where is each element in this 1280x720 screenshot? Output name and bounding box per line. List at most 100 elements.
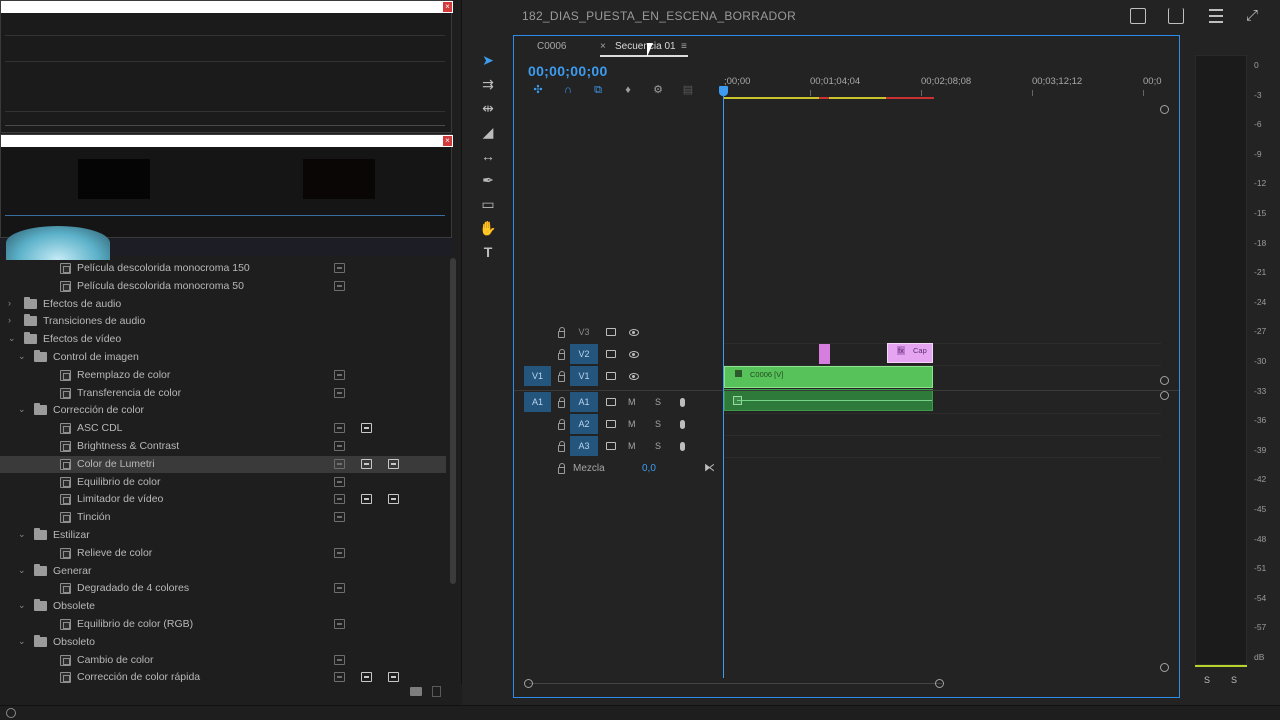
effects-folder[interactable]: ⌄ Estilizar	[0, 527, 446, 544]
effect-item[interactable]: Cambio de color	[0, 652, 446, 669]
chevron-down-icon[interactable]: ⌄	[18, 351, 26, 362]
effects-folder[interactable]: ⌄ Obsolete	[0, 598, 446, 615]
chevron-down-icon[interactable]: ⌄	[18, 529, 26, 540]
workspaces-menu-icon[interactable]	[1209, 9, 1223, 23]
sync-lock-icon[interactable]	[606, 372, 616, 380]
sync-lock-icon[interactable]	[606, 350, 616, 358]
playhead-handle[interactable]	[719, 86, 728, 96]
tab-menu-icon[interactable]: ≡	[681, 41, 687, 52]
effects-folder[interactable]: ⌄ Corrección de color	[0, 402, 446, 419]
sync-lock-icon[interactable]	[606, 398, 616, 406]
video-audio-divider[interactable]	[514, 390, 1179, 391]
chevron-down-icon[interactable]: ⌄	[8, 333, 16, 344]
chevron-down-icon[interactable]: ⌄	[18, 600, 26, 611]
track-target-a2[interactable]: A2	[570, 414, 598, 434]
sync-lock-icon[interactable]	[606, 442, 616, 450]
effect-item[interactable]: Relieve de color	[0, 545, 446, 562]
ripple-edit-tool-icon[interactable]: ⇹	[477, 98, 499, 118]
solo-right-button[interactable]: S	[1231, 675, 1237, 685]
linked-selection-icon[interactable]: ⧉	[591, 84, 605, 96]
audio-clip[interactable]	[724, 389, 933, 411]
lock-icon[interactable]	[558, 463, 565, 474]
track-select-tool-icon[interactable]: ⇉	[477, 74, 499, 94]
track-target-v2[interactable]: V2	[570, 344, 598, 364]
hand-tool-icon[interactable]: ✋	[477, 218, 499, 238]
close-icon[interactable]: ×	[443, 2, 452, 12]
effect-item[interactable]: Brightness & Contrast	[0, 438, 446, 455]
sync-lock-icon[interactable]	[606, 328, 616, 336]
tab-close-icon[interactable]: ×	[600, 41, 606, 52]
lock-icon[interactable]	[558, 419, 565, 430]
lock-icon[interactable]	[558, 327, 565, 338]
close-icon[interactable]: ×	[443, 136, 452, 146]
audio-zoom-handle-bottom[interactable]	[1160, 663, 1169, 672]
render-status-icon[interactable]	[6, 708, 16, 718]
horizontal-scrollbar[interactable]	[529, 683, 942, 684]
pen-tool-icon[interactable]: ✒	[477, 170, 499, 190]
effect-item[interactable]: Color de Lumetri	[0, 455, 446, 473]
effect-item[interactable]: Limitador de vídeo	[0, 491, 446, 508]
mix-volume-value[interactable]: 0,0	[642, 463, 656, 474]
horizontal-zoom-handle-right[interactable]	[935, 679, 944, 688]
chevron-right-icon[interactable]: ›	[8, 298, 11, 308]
captions-icon[interactable]: ▤	[681, 84, 695, 96]
voiceover-mic-icon[interactable]	[680, 442, 685, 451]
voiceover-mic-icon[interactable]	[680, 398, 685, 407]
eye-icon[interactable]	[629, 373, 639, 380]
effects-scrollbar[interactable]	[450, 258, 456, 584]
playhead[interactable]	[723, 88, 724, 678]
track-target-v1[interactable]: V1	[570, 366, 598, 386]
selection-tool-icon[interactable]: ➤	[477, 50, 499, 70]
effect-item[interactable]: Equilibrio de color	[0, 474, 446, 491]
video-clip[interactable]: C0006 [V]	[724, 366, 933, 388]
effects-folder[interactable]: ⌄ Obsoleto	[0, 634, 446, 651]
effects-folder[interactable]: › Efectos de audio	[0, 296, 446, 313]
insert-sequence-as-nest-icon[interactable]: ✣	[531, 84, 545, 96]
audio-zoom-handle-top[interactable]	[1160, 391, 1169, 400]
solo-button[interactable]: S	[655, 397, 661, 407]
eye-icon[interactable]	[629, 351, 639, 358]
trash-icon[interactable]	[432, 686, 441, 697]
mute-button[interactable]: M	[628, 419, 636, 429]
share-icon[interactable]	[1168, 8, 1184, 24]
graphic-clip[interactable]	[819, 344, 830, 364]
go-to-end-icon[interactable]: ⧔	[704, 461, 715, 474]
source-patch-v1[interactable]: V1	[524, 366, 551, 386]
snap-icon[interactable]: ∩	[561, 84, 575, 96]
lock-icon[interactable]	[558, 371, 565, 382]
effect-item[interactable]: Tinción	[0, 509, 446, 526]
effects-folder[interactable]: ⌄ Efectos de vídeo	[0, 331, 446, 348]
track-target-a3[interactable]: A3	[570, 436, 598, 456]
effect-item[interactable]: Película descolorida monocroma 150	[0, 260, 446, 277]
track-target-a1[interactable]: A1	[570, 392, 598, 412]
solo-button[interactable]: S	[655, 419, 661, 429]
effect-item[interactable]: Degradado de 4 colores	[0, 580, 446, 597]
effects-folder[interactable]: ⌄ Generar	[0, 563, 446, 580]
playhead-timecode[interactable]: 00;00;00;00	[528, 63, 608, 79]
effect-item[interactable]: ASC CDL	[0, 420, 446, 437]
voiceover-mic-icon[interactable]	[680, 420, 685, 429]
mute-button[interactable]: M	[628, 397, 636, 407]
effect-item[interactable]: Equilibrio de color (RGB)	[0, 616, 446, 633]
chevron-down-icon[interactable]: ⌄	[18, 404, 26, 415]
rectangle-tool-icon[interactable]: ▭	[477, 194, 499, 214]
chevron-down-icon[interactable]: ⌄	[18, 565, 26, 576]
quick-export-icon[interactable]	[1130, 8, 1146, 24]
razor-tool-icon[interactable]: ◢	[477, 122, 499, 142]
chevron-down-icon[interactable]: ⌄	[18, 636, 26, 647]
effect-item[interactable]: Reemplazo de color	[0, 367, 446, 384]
lock-icon[interactable]	[558, 397, 565, 408]
vertical-zoom-handle-top[interactable]	[1160, 105, 1169, 114]
track-target-v3[interactable]: V3	[570, 322, 598, 342]
effects-folder[interactable]: › Transiciones de audio	[0, 313, 446, 330]
lock-icon[interactable]	[558, 441, 565, 452]
tab-secuencia-01[interactable]: Secuencia 01	[615, 41, 676, 52]
eye-icon[interactable]	[629, 329, 639, 336]
new-bin-icon[interactable]	[410, 687, 422, 696]
effects-folder[interactable]: ⌄ Control de imagen	[0, 349, 446, 366]
source-patch-a1[interactable]: A1	[524, 392, 551, 412]
chevron-right-icon[interactable]: ›	[8, 315, 11, 325]
slip-tool-icon[interactable]: ↔	[477, 146, 499, 166]
fullscreen-icon[interactable]: ⤢	[1246, 7, 1258, 24]
lock-icon[interactable]	[558, 349, 565, 360]
